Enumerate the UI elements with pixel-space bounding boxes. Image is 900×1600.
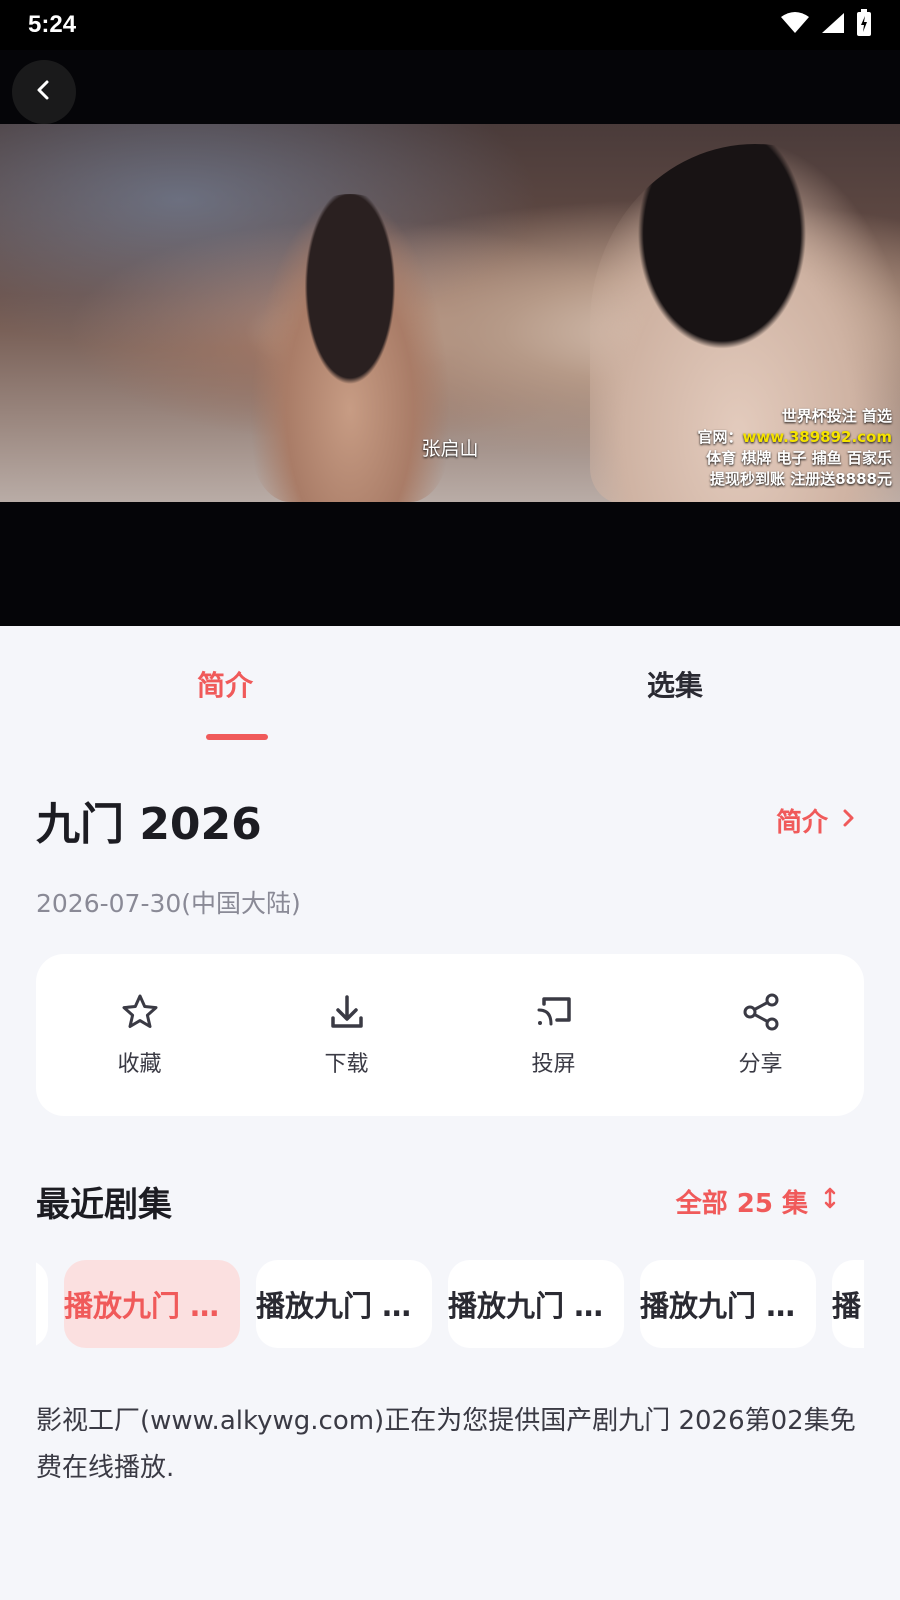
battery-icon — [856, 9, 872, 41]
recent-episodes-header: 最近剧集 全部 25 集 — [36, 1176, 836, 1226]
share-button[interactable]: 分享 — [657, 954, 864, 1116]
ad-line: 提现秒到账 注册送8888元 — [710, 470, 892, 488]
favorite-label: 收藏 — [117, 1052, 162, 1077]
video-ad-overlay: 世界杯投注 首选 官网：www.389892.com 体育 棋牌 电子 捕鱼 百… — [698, 406, 892, 490]
status-time: 5:24 — [28, 11, 77, 38]
wifi-icon — [780, 11, 810, 39]
status-bar: 5:24 — [0, 0, 900, 50]
section-title: 最近剧集 — [36, 1184, 172, 1225]
chevron-left-icon — [33, 79, 55, 105]
ad-url: www.389892.com — [742, 428, 892, 446]
cast-icon — [534, 992, 574, 1036]
intro-link[interactable]: 简介 — [776, 802, 866, 839]
ad-line: 官网：www.389892.com — [697, 428, 892, 446]
episode-chip[interactable]: 播放九门 … — [640, 1260, 816, 1348]
share-icon — [741, 992, 781, 1036]
tab-bar: 简介 选集 — [0, 626, 900, 742]
cast-button[interactable]: 投屏 — [450, 954, 657, 1116]
tab-episodes[interactable]: 选集 — [450, 626, 900, 742]
tab-indicator — [206, 734, 268, 740]
star-icon — [120, 992, 160, 1036]
video-frame[interactable]: 张启山 世界杯投注 首选 官网：www.389892.com 体育 棋牌 电子 … — [0, 124, 900, 502]
download-button[interactable]: 下载 — [243, 954, 450, 1116]
sort-icon — [824, 1186, 836, 1216]
ad-line: 体育 棋牌 电子 捕鱼 百家乐 — [706, 449, 892, 467]
back-button[interactable] — [12, 60, 76, 124]
download-icon — [327, 992, 367, 1036]
all-episodes-label: 全部 25 集 — [675, 1188, 808, 1219]
episode-chip[interactable]: 播 — [832, 1260, 864, 1348]
tab-intro[interactable]: 简介 — [0, 626, 450, 742]
episode-chip[interactable]: 播放九门 … — [256, 1260, 432, 1348]
signal-icon — [820, 11, 846, 39]
share-label: 分享 — [738, 1052, 783, 1077]
status-icons — [780, 9, 872, 41]
all-episodes-button[interactable]: 全部 25 集 — [676, 1183, 836, 1220]
download-label: 下载 — [324, 1052, 369, 1077]
favorite-button[interactable]: 收藏 — [36, 954, 243, 1116]
episode-chip[interactable] — [36, 1260, 48, 1348]
video-player[interactable]: 张启山 世界杯投注 首选 官网：www.389892.com 体育 棋牌 电子 … — [0, 50, 900, 626]
episode-chip[interactable]: 播放九门 … — [448, 1260, 624, 1348]
episode-strip[interactable]: 播放九门 … 播放九门 … 播放九门 … 播放九门 … 播 — [36, 1260, 864, 1348]
episode-chip[interactable]: 播放九门 … — [64, 1260, 240, 1348]
release-info: 2026-07-30(中国大陆) — [36, 889, 301, 918]
actions-card: 收藏 下载 投屏 分享 — [36, 954, 864, 1116]
chevron-right-icon — [842, 805, 856, 835]
ad-line: 世界杯投注 首选 — [781, 407, 892, 425]
cast-label: 投屏 — [531, 1052, 576, 1077]
episode-description: 影视工厂(www.alkywg.com)正在为您提供国产剧九门 2026第02集… — [36, 1406, 856, 1483]
show-title: 九门 2026 — [36, 799, 262, 850]
title-row: 九门 2026 简介 — [36, 790, 866, 850]
intro-link-label: 简介 — [775, 807, 828, 838]
